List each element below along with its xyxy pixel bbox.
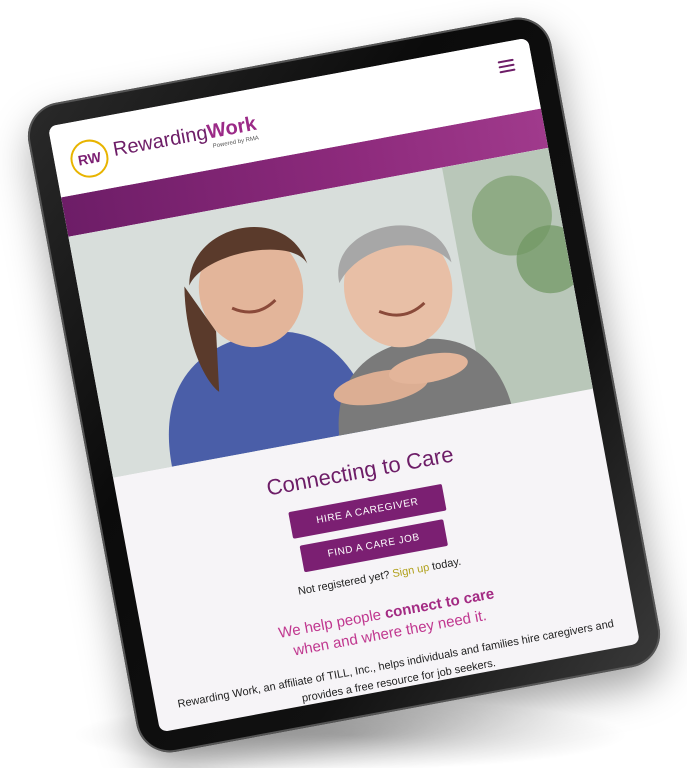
signup-suffix: today.	[431, 555, 463, 573]
logo-mark: RW	[76, 148, 103, 169]
signup-link[interactable]: Sign up	[391, 562, 430, 581]
tablet-screen: RW RewardingWork Powered by RMA Connecti…	[47, 37, 641, 733]
hamburger-icon[interactable]	[497, 58, 516, 74]
tablet-device: RW RewardingWork Powered by RMA Connecti…	[22, 12, 666, 758]
signup-prefix: Not registered yet?	[297, 568, 391, 598]
menu-line	[499, 68, 516, 74]
menu-line	[498, 63, 515, 69]
menu-line	[497, 58, 514, 64]
mockup-stage: RW RewardingWork Powered by RMA Connecti…	[0, 0, 687, 768]
